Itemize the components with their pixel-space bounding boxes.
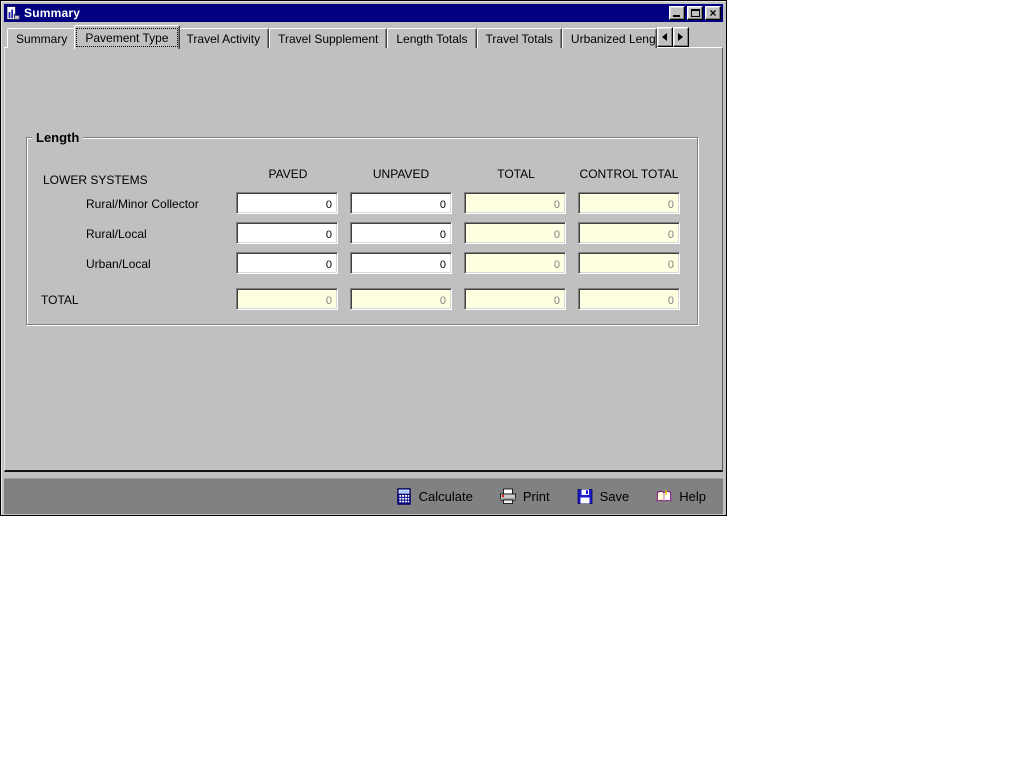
arrow-right-icon — [678, 33, 684, 41]
print-label: Print — [522, 489, 550, 504]
calculate-button[interactable]: Calculate — [395, 488, 473, 505]
app-icon — [6, 6, 20, 20]
tab-scrollers — [656, 27, 689, 47]
field-rural-local-total — [464, 222, 566, 244]
help-button[interactable]: Help — [655, 488, 706, 505]
printer-icon — [499, 488, 516, 504]
field-total-paved — [236, 288, 338, 310]
maximize-icon — [690, 9, 700, 17]
field-rural-local-control-total — [578, 222, 680, 244]
field-total-control-total — [578, 288, 680, 310]
floppy-disk-icon — [577, 489, 593, 504]
window-controls: × — [669, 6, 721, 20]
close-button[interactable]: × — [705, 6, 721, 20]
tab-scroll-right-button[interactable] — [672, 27, 689, 47]
help-book-icon — [657, 490, 672, 502]
minimize-button[interactable] — [669, 6, 685, 20]
field-urban-local-control-total — [578, 252, 680, 274]
field-rural-minor-collector-unpaved[interactable] — [350, 192, 452, 214]
field-total-total — [464, 288, 566, 310]
tab-travel-totals[interactable]: Travel Totals — [476, 28, 562, 48]
column-header-paved: PAVED — [268, 167, 308, 181]
row-label-rural-local: Rural/Local — [86, 227, 147, 241]
tab-travel-supplement[interactable]: Travel Supplement — [269, 28, 388, 48]
tab-summary[interactable]: Summary — [7, 28, 77, 48]
row-label-total: TOTAL — [41, 293, 79, 307]
tab-scroll-left-button[interactable] — [656, 27, 673, 47]
tab-pavement-type[interactable]: Pavement Type — [74, 25, 180, 49]
row-label-rural-minor-collector: Rural/Minor Collector — [86, 197, 199, 211]
field-rural-local-paved[interactable] — [236, 222, 338, 244]
groupbox-title: Length — [32, 130, 84, 145]
tab-travel-activity[interactable]: Travel Activity — [177, 28, 270, 48]
arrow-left-icon — [662, 33, 668, 41]
help-label: Help — [679, 489, 706, 504]
save-button[interactable]: Save — [576, 488, 630, 505]
calculate-label: Calculate — [418, 489, 473, 504]
field-rural-local-unpaved[interactable] — [350, 222, 452, 244]
summary-window: Summary × Summary Pavement Type Travel A… — [0, 0, 727, 516]
close-icon: × — [709, 6, 717, 20]
minimize-icon — [673, 15, 680, 17]
row-group-header: LOWER SYSTEMS — [43, 173, 148, 187]
column-header-unpaved: UNPAVED — [372, 167, 430, 181]
tab-bar: Summary Pavement Type Travel Activity Tr… — [4, 24, 723, 49]
calculator-icon — [396, 488, 411, 505]
tab-urbanized-length[interactable]: Urbanized Leng — [561, 28, 657, 48]
column-header-total: TOTAL — [497, 167, 535, 181]
print-button[interactable]: Print — [499, 488, 550, 505]
window-title: Summary — [24, 6, 81, 20]
field-urban-local-total — [464, 252, 566, 274]
maximize-button[interactable] — [687, 6, 703, 20]
field-rural-minor-collector-paved[interactable] — [236, 192, 338, 214]
field-urban-local-unpaved[interactable] — [350, 252, 452, 274]
field-total-unpaved — [350, 288, 452, 310]
field-urban-local-paved[interactable] — [236, 252, 338, 274]
save-label: Save — [599, 489, 630, 504]
bottom-toolbar: Calculate Print Save Help — [4, 478, 723, 514]
field-rural-minor-collector-total — [464, 192, 566, 214]
field-rural-minor-collector-control-total — [578, 192, 680, 214]
tab-length-totals[interactable]: Length Totals — [387, 28, 477, 48]
column-header-control-total: CONTROL TOTAL — [579, 167, 679, 181]
row-label-urban-local: Urban/Local — [86, 257, 151, 271]
titlebar[interactable]: Summary × — [4, 4, 723, 22]
